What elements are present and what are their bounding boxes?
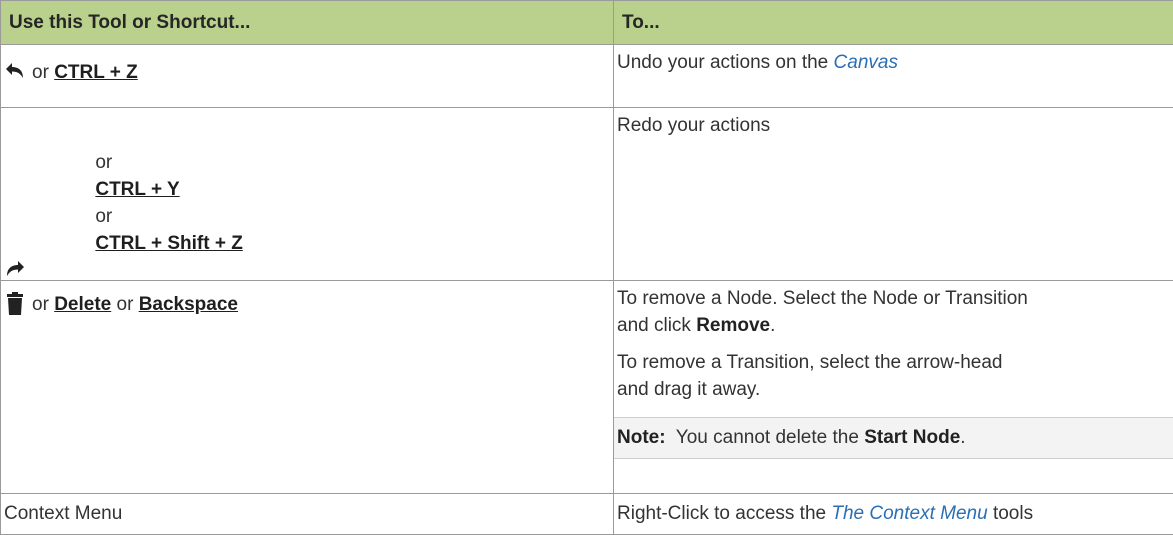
shortcut-ctrl-z: CTRL + Z [54,62,138,83]
shortcuts-table: Use this Tool or Shortcut... To... or CT… [0,0,1173,535]
note-box: Note: You cannot delete the Start Node. [614,417,1173,459]
shortcut-delete: Delete [54,294,111,315]
desc-cell: Redo your actions [614,108,1173,281]
canvas-link[interactable]: Canvas [834,52,898,73]
remove-label: Remove [696,315,770,336]
desc-text: Right-Click to access the [617,503,831,524]
desc-line: and click [617,315,696,336]
or-label: or [117,294,134,315]
table-row: Context Menu Right-Click to access the T… [1,494,1173,535]
context-menu-link[interactable]: The Context Menu [831,503,987,524]
period: . [960,427,965,448]
desc-text: Redo your actions [617,108,1173,139]
tool-cell: or CTRL + Z [1,45,614,108]
tool-cell: or Delete or Backspace [1,281,614,494]
or-label: or [32,294,49,315]
desc-line: and drag it away. [617,379,760,400]
context-menu-label: Context Menu [4,494,613,527]
header-action: To... [614,1,1173,45]
note-label: Note: [617,427,666,448]
table-row: or CTRL + Y or CTRL + Shift + Z Redo you… [1,108,1173,281]
header-tool: Use this Tool or Shortcut... [1,1,614,45]
period: . [770,315,775,336]
desc-cell: Right-Click to access the The Context Me… [614,494,1173,535]
desc-cell: To remove a Node. Select the Node or Tra… [614,281,1173,494]
desc-text: Undo your actions on the [617,52,834,73]
desc-line: To remove a Node. Select the Node or Tra… [617,288,1028,309]
or-label: or [95,152,112,173]
undo-icon[interactable] [4,60,26,82]
or-label: or [32,62,49,83]
redo-icon[interactable] [4,258,26,280]
or-label: or [95,206,112,227]
trash-icon[interactable] [4,292,26,314]
tool-cell: Context Menu [1,494,614,535]
tool-cell: or CTRL + Y or CTRL + Shift + Z [1,108,614,281]
shortcut-ctrl-shift-z: CTRL + Shift + Z [95,233,242,254]
desc-cell: Undo your actions on the Canvas [614,45,1173,108]
desc-line: To remove a Transition, select the arrow… [617,352,1002,373]
table-row: or Delete or Backspace To remove a Node.… [1,281,1173,494]
table-row: or CTRL + Z Undo your actions on the Can… [1,45,1173,108]
shortcut-backspace: Backspace [139,294,238,315]
start-node-label: Start Node [864,427,960,448]
note-text: You cannot delete the [676,427,864,448]
desc-text: tools [988,503,1033,524]
table-header-row: Use this Tool or Shortcut... To... [1,1,1173,45]
shortcut-ctrl-y: CTRL + Y [95,179,179,200]
